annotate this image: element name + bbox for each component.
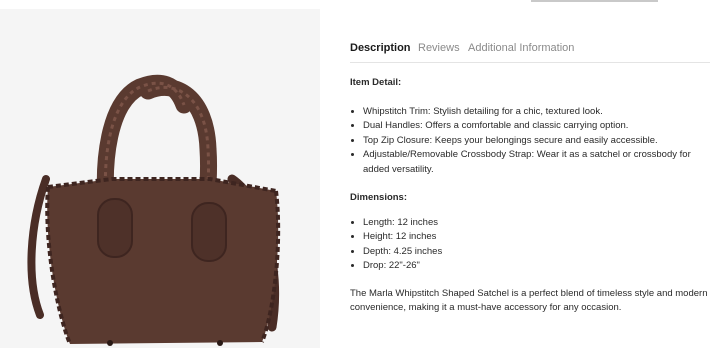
description-panel: Item Detail: Whipstitch Trim: Stylish de…: [350, 76, 714, 316]
dimensions-list: Length: 12 inches Height: 12 inches Dept…: [350, 216, 714, 274]
dimensions-heading: Dimensions:: [350, 192, 408, 203]
bag-body: [47, 179, 279, 344]
tab-additional-information[interactable]: Additional Information: [468, 42, 574, 54]
item-detail-list: Whipstitch Trim: Stylish detailing for a…: [350, 105, 714, 178]
product-image[interactable]: [0, 9, 320, 348]
tab-description[interactable]: Description: [350, 42, 411, 54]
item-detail-heading: Item Detail:: [350, 77, 402, 88]
tab-reviews[interactable]: Reviews: [418, 42, 460, 54]
list-item: Dual Handles: Offers a comfortable and c…: [363, 119, 714, 134]
product-tabs: Description Reviews Additional Informati…: [350, 42, 710, 63]
list-item: Drop: 22"-26": [363, 259, 714, 274]
left-handle-tab: [97, 198, 133, 258]
list-item: Height: 12 inches: [363, 230, 714, 245]
right-handle-tab: [191, 202, 227, 262]
list-item: Adjustable/Removable Crossbody Strap: We…: [363, 148, 714, 177]
product-summary: The Marla Whipstitch Shaped Satchel is a…: [350, 287, 708, 314]
top-divider: [531, 0, 658, 2]
handbag-image: [27, 74, 281, 346]
list-item: Top Zip Closure: Keeps your belongings s…: [363, 134, 714, 149]
list-item: Depth: 4.25 inches: [363, 245, 714, 260]
list-item: Whipstitch Trim: Stylish detailing for a…: [363, 105, 714, 120]
list-item: Length: 12 inches: [363, 216, 714, 231]
